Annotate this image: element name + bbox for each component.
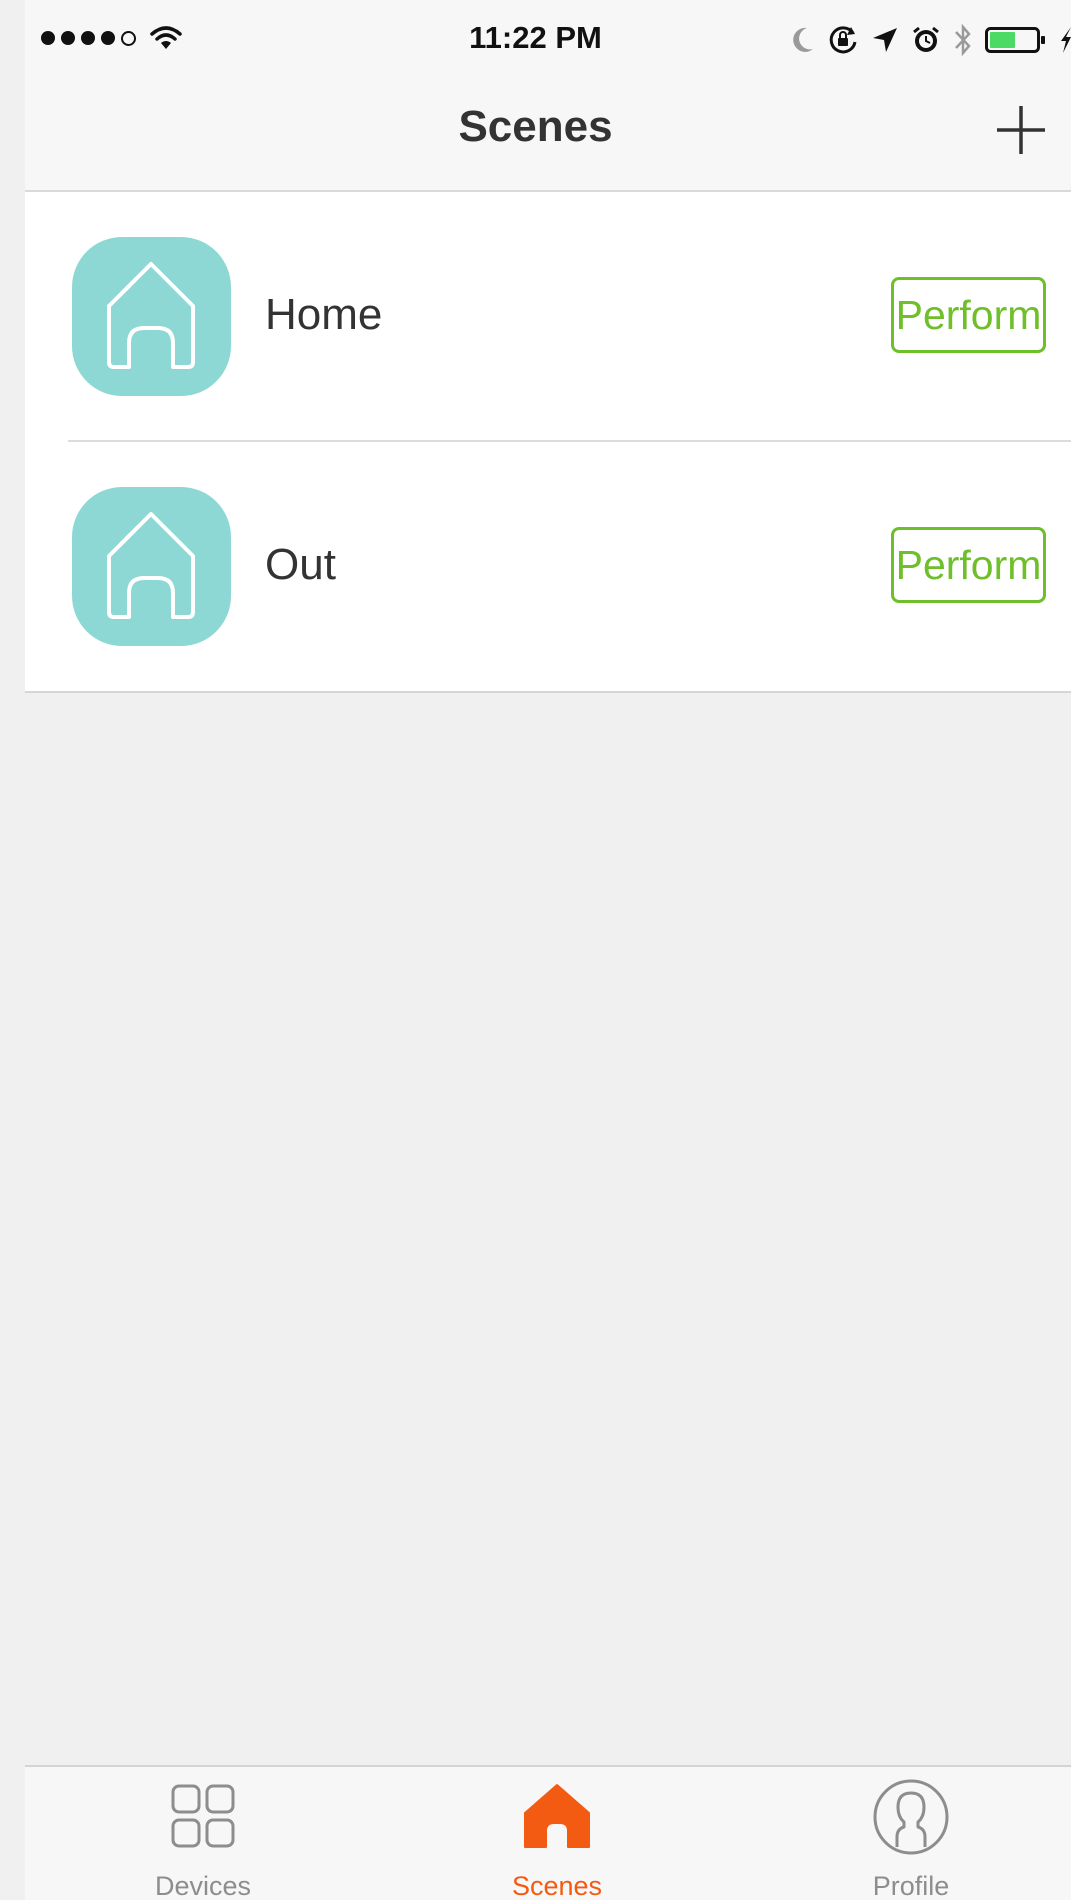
tab-label: Profile — [872, 1871, 950, 1900]
scene-row-home[interactable]: Home Perform — [25, 192, 1071, 442]
add-scene-button[interactable] — [991, 100, 1051, 160]
house-icon — [72, 237, 231, 396]
status-bar: 11:22 PM — [25, 0, 1071, 80]
status-indicators — [789, 22, 1071, 58]
scenes-screen: 11:22 PM Scenes Home Perform Out Perform… — [25, 0, 1071, 1900]
scene-name: Out — [265, 540, 336, 589]
tab-bar: Devices Scenes Profile — [25, 1765, 1071, 1900]
scene-name: Home — [265, 290, 383, 339]
house-icon — [524, 1784, 590, 1848]
location-arrow-icon — [873, 28, 897, 52]
scene-list: Home Perform Out Perform — [25, 192, 1071, 693]
rotation-lock-icon — [829, 26, 857, 54]
bluetooth-icon — [955, 23, 971, 57]
tab-profile[interactable]: Profile — [791, 1767, 1031, 1900]
perform-button[interactable]: Perform — [891, 527, 1046, 603]
grid-icon — [171, 1784, 235, 1848]
plus-icon — [997, 106, 1045, 154]
battery-icon — [985, 27, 1045, 53]
person-icon — [873, 1779, 949, 1855]
tab-label: Scenes — [511, 1871, 603, 1900]
tab-devices[interactable]: Devices — [83, 1767, 323, 1900]
perform-button[interactable]: Perform — [891, 277, 1046, 353]
scene-row-out[interactable]: Out Perform — [25, 442, 1071, 690]
house-icon — [72, 487, 231, 646]
navigation-bar: Scenes — [25, 80, 1071, 192]
tab-scenes[interactable]: Scenes — [437, 1767, 677, 1900]
alarm-icon — [913, 26, 939, 52]
charging-bolt-icon — [1061, 27, 1071, 53]
page-title: Scenes — [458, 102, 613, 151]
moon-icon — [793, 27, 813, 52]
tab-label: Devices — [154, 1871, 252, 1900]
